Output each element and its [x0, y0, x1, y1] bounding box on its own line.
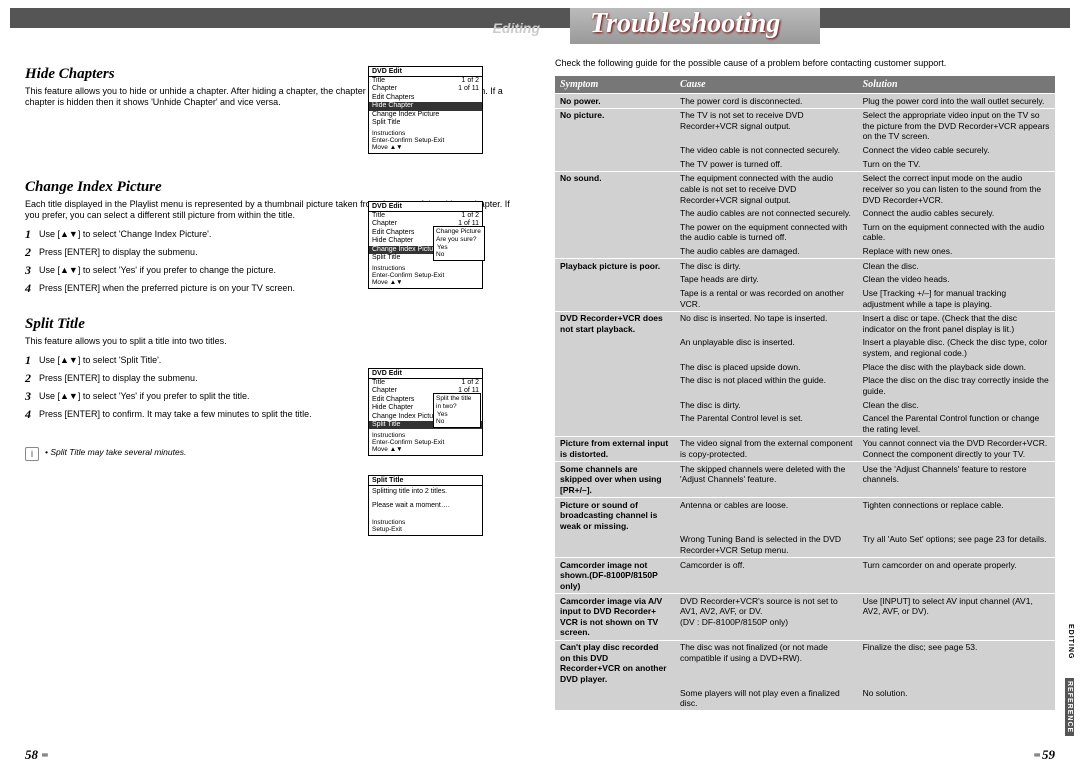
table-row: The audio cables are not connected secur…: [555, 207, 1055, 221]
table-row: Tape is a rental or was recorded on anot…: [555, 286, 1055, 311]
page-title: Troubleshooting: [570, 8, 820, 44]
menu3-title: DVD Edit: [369, 369, 482, 379]
menu1-title: DVD Edit: [369, 67, 482, 77]
menu3-sub: Split the title in two? Yes No: [433, 393, 481, 428]
split-title-heading: Split Title: [25, 316, 525, 333]
th-cause: Cause: [675, 76, 858, 94]
th-solution: Solution: [858, 76, 1055, 94]
menu4-title: Split Title: [369, 476, 482, 486]
table-row: Picture from external input is distorted…: [555, 436, 1055, 461]
menu2-title: DVD Edit: [369, 202, 482, 212]
page-num-left: 58: [25, 747, 38, 762]
info-icon: i: [25, 447, 39, 461]
table-row: No picture.The TV is not set to receive …: [555, 108, 1055, 143]
category-label: Editing: [493, 20, 540, 36]
menu2-sub: Change Picture Are you sure? Yes No: [433, 226, 485, 261]
change-index-heading: Change Index Picture: [25, 179, 525, 196]
table-row: Camcorder image not shown.(DF-8100P/8150…: [555, 558, 1055, 594]
title-wrap: Troubleshooting: [570, 8, 820, 44]
table-row: Wrong Tuning Band is selected in the DVD…: [555, 533, 1055, 558]
header-bar: Editing Troubleshooting: [10, 8, 1070, 28]
table-row: The disc is not placed within the guide.…: [555, 374, 1055, 398]
table-row: Can't play disc recorded on this DVD Rec…: [555, 640, 1055, 686]
table-row: The disc is placed upside down.Place the…: [555, 360, 1055, 374]
table-row: An unplayable disc is inserted.Insert a …: [555, 336, 1055, 360]
table-row: Camcorder image via A/V input to DVD Rec…: [555, 594, 1055, 641]
table-row: The disc is dirty.Clean the disc.: [555, 398, 1055, 412]
table-row: No sound.The equipment connected with th…: [555, 171, 1055, 206]
table-row: Picture or sound of broadcasting channel…: [555, 498, 1055, 533]
side-tab-reference: REFERENCE: [1065, 678, 1074, 736]
page-num-right: 59: [1042, 747, 1055, 762]
table-row: DVD Recorder+VCR does not start playback…: [555, 311, 1055, 336]
table-row: The video cable is not connected securel…: [555, 144, 1055, 158]
split-title-body: This feature allows you to split a title…: [25, 336, 525, 347]
table-row: Tape heads are dirty.Clean the video hea…: [555, 273, 1055, 287]
th-symptom: Symptom: [555, 76, 675, 94]
table-row: The TV power is turned off.Turn on the T…: [555, 157, 1055, 171]
side-tab-editing: EDITING: [1067, 624, 1074, 659]
table-row: The power on the equipment connected wit…: [555, 220, 1055, 244]
menu-box-hide: DVD Edit Title1 of 2 Chapter1 of 11 Edit…: [368, 66, 483, 154]
table-row: Playback picture is poor.The disc is dir…: [555, 259, 1055, 273]
page-footer: 58 ▪▪ ▪▪ 59: [0, 747, 1080, 763]
table-row: The audio cables are damaged.Replace wit…: [555, 245, 1055, 259]
menu-box-progress: Split Title Splitting title into 2 title…: [368, 475, 483, 536]
table-row: Some channels are skipped over when usin…: [555, 462, 1055, 498]
table-row: No power.The power cord is disconnected.…: [555, 94, 1055, 109]
table-row: Some players will not play even a finali…: [555, 686, 1055, 710]
troubleshoot-intro: Check the following guide for the possib…: [555, 58, 1055, 68]
table-row: The Parental Control level is set.Cancel…: [555, 412, 1055, 437]
troubleshoot-table: Symptom Cause Solution No power.The powe…: [555, 76, 1055, 710]
